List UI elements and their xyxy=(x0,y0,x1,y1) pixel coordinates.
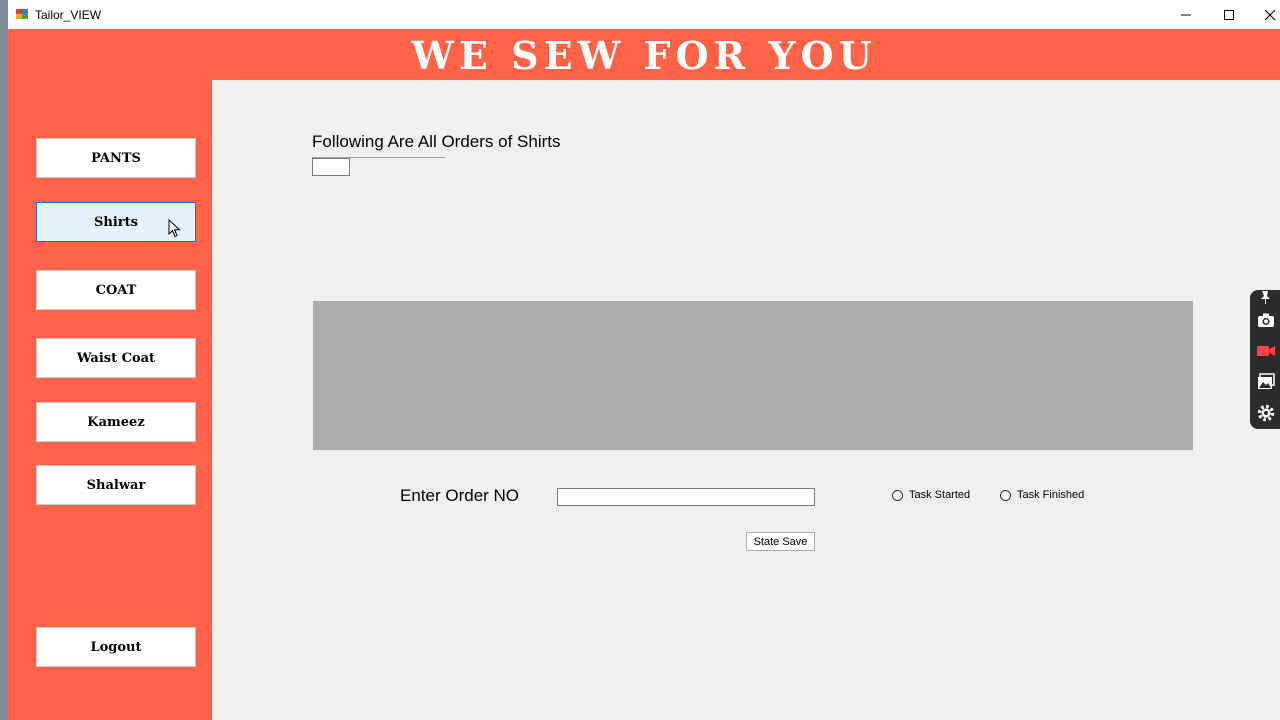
app-window: Tailor_VIEW WE SEW FOR YOU PANTS Shirts … xyxy=(8,0,1280,720)
radio-circle-icon xyxy=(1000,489,1011,501)
maximize-icon xyxy=(1224,9,1234,20)
header-title: WE SEW FOR YOU xyxy=(411,33,877,78)
radio-task-started[interactable]: Task Started xyxy=(892,489,970,501)
gallery-button[interactable] xyxy=(1255,371,1277,393)
capture-toolbar xyxy=(1250,290,1280,429)
order-number-label: Enter Order NO xyxy=(400,486,520,505)
nav-button-waist-coat[interactable]: Waist Coat xyxy=(36,338,196,378)
header-banner: WE SEW FOR YOU xyxy=(8,29,1280,80)
camera-icon xyxy=(1258,313,1274,327)
main-content: Following Are All Orders of Shirts Enter… xyxy=(212,80,1280,720)
app-icon xyxy=(16,8,28,20)
minimize-icon xyxy=(1181,14,1191,15)
gallery-icon xyxy=(1258,373,1275,389)
orders-grid[interactable] xyxy=(313,301,1193,450)
state-save-button[interactable]: State Save xyxy=(746,532,815,551)
nav-button-coat[interactable]: COAT xyxy=(36,270,196,310)
title-bar: Tailor_VIEW xyxy=(8,0,1280,29)
pin-button[interactable] xyxy=(1255,290,1277,304)
nav-button-kameez[interactable]: Kameez xyxy=(36,402,196,442)
page-heading: Following Are All Orders of Shirts xyxy=(312,132,561,151)
video-button[interactable] xyxy=(1255,340,1277,362)
minimize-button[interactable] xyxy=(1164,0,1208,29)
close-button[interactable] xyxy=(1248,0,1280,29)
mouse-cursor-icon xyxy=(168,219,181,238)
window-title: Tailor_VIEW xyxy=(35,8,102,22)
maximize-button[interactable] xyxy=(1207,0,1251,29)
camera-button[interactable] xyxy=(1255,309,1277,331)
radio-task-started-label: Task Started xyxy=(909,489,971,501)
pin-icon xyxy=(1261,291,1270,304)
radio-circle-icon xyxy=(892,489,903,501)
sidebar: PANTS Shirts COAT Waist Coat Kameez Shal… xyxy=(8,80,212,720)
close-icon xyxy=(1264,9,1276,20)
nav-button-pants[interactable]: PANTS xyxy=(36,138,196,178)
settings-icon xyxy=(1257,404,1275,422)
radio-task-finished-label: Task Finished xyxy=(1017,489,1085,501)
small-textbox[interactable] xyxy=(312,158,350,176)
settings-button[interactable] xyxy=(1255,402,1277,424)
video-icon xyxy=(1257,346,1275,356)
logout-button[interactable]: Logout xyxy=(36,627,196,667)
radio-task-finished[interactable]: Task Finished xyxy=(1000,489,1084,501)
order-number-input[interactable] xyxy=(557,488,815,506)
nav-button-shalwar[interactable]: Shalwar xyxy=(36,465,196,505)
